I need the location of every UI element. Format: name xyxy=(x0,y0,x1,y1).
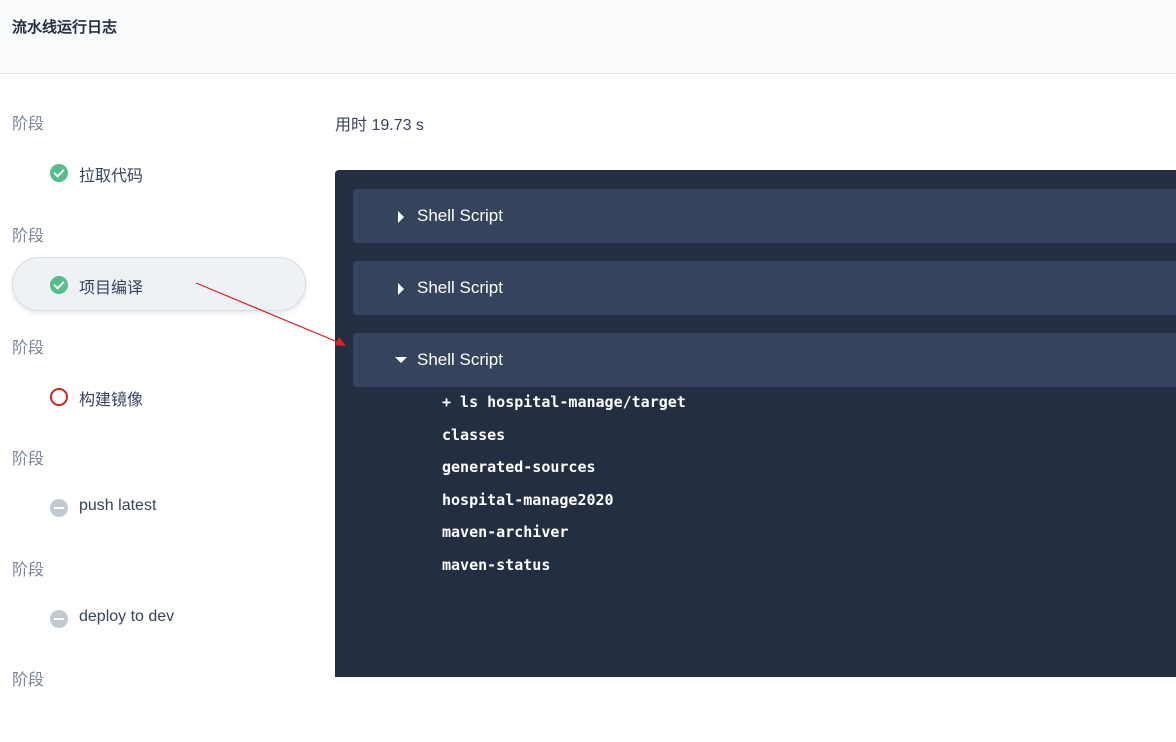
success-check-icon xyxy=(50,164,68,182)
stage-block: 阶段 xyxy=(0,630,320,742)
log-output: + ls hospital-manage/target classes gene… xyxy=(442,391,686,586)
success-check-icon xyxy=(50,276,68,294)
step-label: 拉取代码 xyxy=(79,168,144,185)
step-label: deploy to dev xyxy=(79,608,175,625)
duration-text: 用时 19.73 s xyxy=(335,117,424,134)
stage-block: 阶段 构建镜像 xyxy=(0,298,320,410)
log-line: + ls hospital-manage/target xyxy=(442,393,686,411)
stage-label: 阶段 xyxy=(12,340,45,357)
shell-script-header[interactable]: Shell Script xyxy=(353,261,1176,315)
step-label: 构建镜像 xyxy=(79,392,144,409)
shell-script-header[interactable]: Shell Script xyxy=(353,189,1176,243)
step-label: 项目编译 xyxy=(79,280,144,297)
step-label: push latest xyxy=(79,497,157,514)
log-line: classes xyxy=(442,425,506,444)
log-line: generated-sources xyxy=(442,458,596,476)
stage-label: 阶段 xyxy=(12,116,45,133)
log-line: hospital-manage2020 xyxy=(442,490,614,509)
log-panel: Shell Script Shell Script Shell Script +… xyxy=(335,170,1176,677)
failed-circle-icon xyxy=(50,388,68,406)
stage-block: 阶段 项目编译 xyxy=(0,186,320,311)
caret-right-icon xyxy=(398,211,404,223)
stage-sidebar: 阶段 拉取代码 阶段 项目编译 阶段 构建镜像 阶段 push latest 阶… xyxy=(0,74,320,689)
shell-script-title: Shell Script xyxy=(417,206,503,225)
pending-circle-icon xyxy=(50,610,68,628)
stage-label: 阶段 xyxy=(12,228,45,245)
log-line: maven-status xyxy=(442,555,551,574)
stage-block: 阶段 push latest xyxy=(0,409,320,521)
log-line: maven-archiver xyxy=(442,523,569,541)
page-title: 流水线运行日志 xyxy=(12,19,118,36)
stage-block: 阶段 拉取代码 xyxy=(0,74,320,186)
caret-down-icon xyxy=(395,357,407,363)
stage-label: 阶段 xyxy=(12,562,45,579)
pending-circle-icon xyxy=(50,499,68,517)
shell-script-header[interactable]: Shell Script xyxy=(353,333,1176,387)
stage-label: 阶段 xyxy=(12,451,45,468)
page-header: 流水线运行日志 xyxy=(0,0,1176,74)
shell-script-title: Shell Script xyxy=(417,350,503,369)
stage-block: 阶段 deploy to dev xyxy=(0,520,320,632)
caret-right-icon xyxy=(398,283,404,295)
stage-label: 阶段 xyxy=(12,672,45,689)
shell-script-title: Shell Script xyxy=(417,278,503,297)
